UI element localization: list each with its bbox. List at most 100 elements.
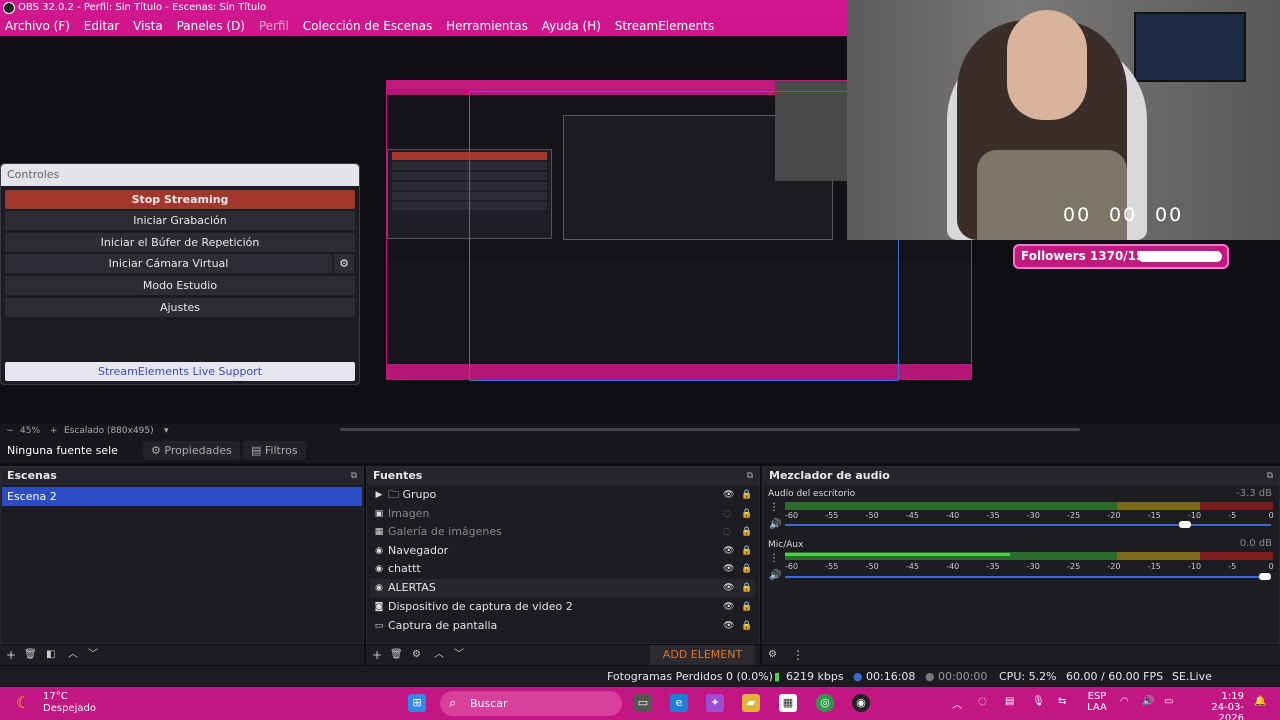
streamelements-support-button[interactable]: StreamElements Live Support [5,362,355,381]
speaker-icon[interactable]: 🔊 [769,570,781,581]
chrome-icon[interactable]: ◎ [816,694,834,712]
add-element-button[interactable]: ADD ELEMENT [650,645,755,665]
menu-vista[interactable]: Vista [133,19,163,33]
source-row-captura[interactable]: ▭ Captura de pantalla 👁 🔒 [370,617,755,635]
source-row-grupo[interactable]: ▶ 🗀 Grupo 👁 🔒 [370,486,755,504]
scale-tick-label: -60 [785,511,799,520]
scene-filters-icon[interactable]: ◧ [46,645,55,665]
source-row-chattt[interactable]: ◉ chattt 👁 🔒 [370,560,755,578]
obs-taskbar-icon[interactable]: ◉ [852,694,870,712]
lock-icon[interactable]: 🔒 [741,523,752,541]
weather-moon-icon[interactable]: ☾ [16,693,30,712]
source-row-alertas[interactable]: ◉ ALERTAS 👁 🔒 [370,579,755,597]
menu-editar[interactable]: Editar [84,19,120,33]
menu-perfil[interactable]: Perfil [259,19,289,33]
visibility-eye-icon[interactable]: 👁 [723,542,734,560]
visibility-eye-icon[interactable]: 👁 [723,579,734,597]
battery-icon[interactable]: ▭ [1164,696,1173,707]
replay-buffer-button[interactable]: Iniciar el Búfer de Repetición [5,233,355,252]
source-row-navegador[interactable]: ◉ Navegador 👁 🔒 [370,542,755,560]
scene-item-escena-2[interactable]: Escena 2 [2,487,362,506]
wifi-icon[interactable]: ◠ [1120,696,1129,707]
undock-icon[interactable]: ⧉ [747,467,753,485]
scaling-dropdown-chevron-down-icon[interactable]: ▾ [164,424,169,438]
move-up-chevron-up-icon[interactable]: ︿ [68,645,78,665]
language-indicator[interactable]: ESP LAA [1087,691,1107,713]
tray-app-icon[interactable]: ▤ [1005,696,1014,707]
source-row-galeria[interactable]: ▦ Galería de imágenes ◌ 🔒 [370,523,755,541]
mixer-toolbar: ⚙ ⋮ [762,645,1280,665]
channel-menu-icon[interactable]: ⋮ [769,553,779,564]
hidden-eye-icon[interactable]: ◌ [723,505,731,523]
advanced-audio-gear-icon[interactable]: ⚙ [768,645,777,665]
expand-chevron-right-icon[interactable]: ▶ [373,486,385,504]
speaker-icon[interactable]: 🔊 [769,519,781,530]
filters-button[interactable]: ▤ Filtros [243,441,306,460]
menu-streamelements[interactable]: StreamElements [615,19,714,33]
store-icon[interactable]: ▦ [779,694,797,712]
move-up-chevron-up-icon[interactable]: ︿ [434,645,444,665]
scenes-toolbar: + 🗑 ◧ ︿ ﹀ [0,645,364,665]
volume-knob[interactable] [1259,573,1271,580]
copilot-icon[interactable]: ✦ [706,694,724,712]
undock-icon[interactable]: ⧉ [351,467,357,485]
edge-browser-icon[interactable]: e [670,694,688,712]
file-explorer-icon[interactable]: ▰ [742,694,760,712]
menu-herramientas[interactable]: Herramientas [446,19,528,33]
taskbar-clock[interactable]: 1:19 24-03-2026 [1202,691,1244,720]
visibility-eye-icon[interactable]: 👁 [723,617,734,635]
visibility-eye-icon[interactable]: 👁 [723,598,734,616]
windows-start-icon[interactable]: ⊞ [408,694,426,712]
desktop-audio-volume-slider[interactable] [785,521,1271,528]
menu-coleccion[interactable]: Colección de Escenas [303,19,433,33]
add-source-plus-icon[interactable]: + [372,645,382,665]
visibility-eye-icon[interactable]: 👁 [723,486,734,504]
lock-icon[interactable]: 🔒 [741,617,752,635]
undock-icon[interactable]: ⧉ [1267,467,1273,485]
lock-icon[interactable]: 🔒 [741,542,752,560]
zoom-in-icon[interactable]: + [50,424,58,438]
stop-streaming-button[interactable]: Stop Streaming [5,190,355,209]
scale-tick-label: -15 [1147,562,1161,571]
lock-icon[interactable]: 🔒 [741,560,752,578]
taskbar-search[interactable]: ⌕ Buscar [440,691,622,716]
source-row-imagen[interactable]: ▣ Imagen ◌ 🔒 [370,505,755,523]
lock-icon[interactable]: 🔒 [741,598,752,616]
move-down-chevron-down-icon[interactable]: ﹀ [88,645,98,665]
preview-scrollbar[interactable] [340,428,1080,431]
properties-button[interactable]: ⚙ Propiedades [143,441,240,460]
mixer-menu-icon[interactable]: ⋮ [792,645,804,665]
notifications-bell-icon[interactable]: 🔔 [1254,696,1266,707]
lock-icon[interactable]: 🔒 [741,579,752,597]
virtual-camera-button[interactable]: Iniciar Cámara Virtual [5,254,332,273]
move-down-chevron-down-icon[interactable]: ﹀ [454,645,464,665]
volume-knob[interactable] [1179,521,1191,528]
task-view-icon[interactable]: ▭ [634,694,652,712]
zoom-out-icon[interactable]: − [6,424,14,438]
microphone-icon[interactable]: 🎙 [1032,696,1045,707]
volume-icon[interactable]: 🔊 [1142,696,1154,707]
lock-icon[interactable]: 🔒 [741,486,752,504]
channel-menu-icon[interactable]: ⋮ [769,502,779,513]
menu-archivo[interactable]: Archivo (F) [5,19,70,33]
lock-icon[interactable]: 🔒 [741,505,752,523]
visibility-eye-icon[interactable]: 👁 [723,560,734,578]
add-scene-plus-icon[interactable]: + [6,645,16,665]
menu-paneles[interactable]: Paneles (D) [177,19,245,33]
virtual-camera-settings-gear-icon[interactable]: ⚙ [334,254,354,273]
hidden-eye-icon[interactable]: ◌ [723,523,731,541]
start-recording-button[interactable]: Iniciar Grabación [5,211,355,230]
settings-button[interactable]: Ajustes [5,298,355,317]
studio-mode-button[interactable]: Modo Estudio [5,276,355,295]
scale-tick-label: -20 [1107,511,1121,520]
tray-chevron-up-icon[interactable]: ︿ [952,696,962,711]
remove-scene-trash-icon[interactable]: 🗑 [24,645,37,665]
mic-aux-volume-slider[interactable] [785,573,1271,580]
tray-app-icon[interactable]: ⇆ [1058,696,1066,707]
scale-tick-label: 0 [1268,562,1274,571]
source-properties-gear-icon[interactable]: ⚙ [412,645,421,665]
remove-source-trash-icon[interactable]: 🗑 [390,645,403,665]
source-row-dispositivo[interactable]: ◙ Dispositivo de captura de video 2 👁 🔒 [370,598,755,616]
tray-app-icon[interactable]: ◌ [978,696,987,707]
menu-ayuda[interactable]: Ayuda (H) [542,19,601,33]
